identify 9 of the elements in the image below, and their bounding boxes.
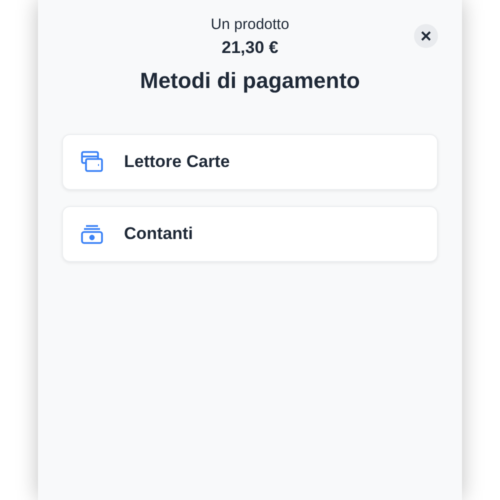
payment-method-button[interactable]: Contanti <box>62 206 438 262</box>
total-amount: 21,30 € <box>222 37 278 59</box>
cash-drawer-icon <box>80 222 104 246</box>
cards-icon <box>80 150 104 174</box>
product-count: Un prodotto <box>210 15 290 35</box>
payment-method-button[interactable]: Lettore Carte <box>62 134 438 190</box>
modal-title: Metodi di pagamento <box>140 67 360 95</box>
close-icon <box>421 31 431 41</box>
close-button[interactable] <box>414 24 438 48</box>
